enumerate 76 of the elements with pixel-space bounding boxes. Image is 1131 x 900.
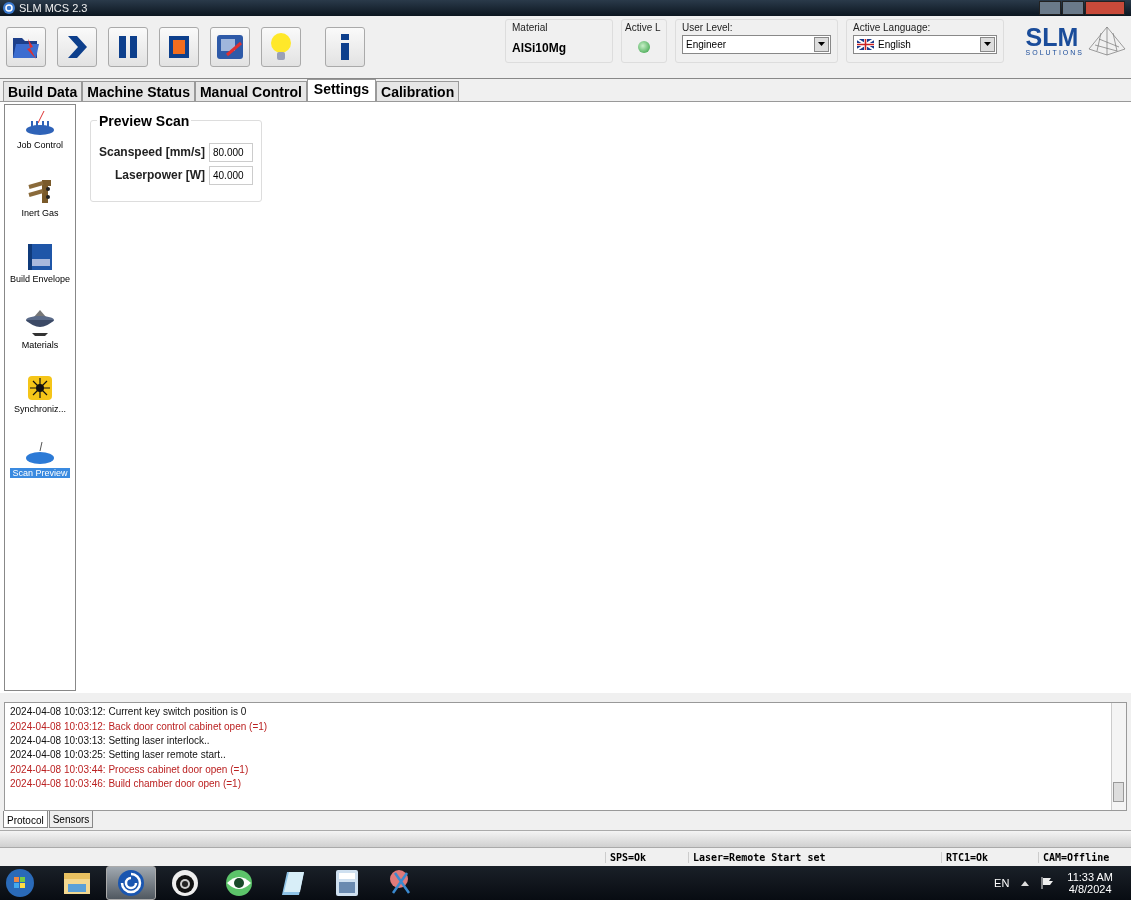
clock-date: 4/8/2024 [1068, 883, 1112, 895]
close-button[interactable] [1085, 1, 1125, 15]
calculator-icon [335, 869, 359, 897]
log-line: 2024-04-08 10:03:12: Current key switch position is 0 [10, 705, 248, 720]
machine-icon [24, 110, 56, 137]
powder-bowl-icon [24, 308, 56, 337]
language-dropdown[interactable]: English [853, 34, 997, 54]
log-line: 2024-04-08 10:03:46: Build chamber door open (=1) [10, 776, 242, 791]
clock-time: 11:33 AM [1067, 871, 1113, 883]
taskbar-app[interactable] [106, 866, 156, 900]
field-label: Scanspeed [mm/s] [98, 145, 205, 160]
toolbar-button[interactable] [210, 26, 250, 67]
flag-icon[interactable] [1041, 877, 1056, 889]
language-indicator[interactable]: EN [994, 877, 1010, 889]
tab[interactable]: Protocol [3, 811, 48, 829]
stop-icon [168, 34, 190, 59]
status-text: CAM=Offline [1038, 851, 1125, 863]
sidebar-item[interactable]: Build Envelope [7, 273, 72, 284]
input-field[interactable]: 80.000 [209, 142, 253, 162]
folder-icon [62, 870, 92, 896]
input-field[interactable]: 40.000 [209, 165, 253, 185]
start-orb-icon[interactable] [5, 868, 35, 898]
lightbulb-icon [270, 31, 292, 62]
minimize-button[interactable] [1039, 1, 1061, 15]
app-icon [3, 2, 15, 14]
caret-icon [818, 42, 825, 47]
swirl-icon [117, 869, 145, 897]
log-line: 2024-04-08 10:03:44: Process cabinet door open (=1) [10, 762, 250, 777]
book-icon [27, 242, 53, 271]
sidebar-item[interactable]: Scan Preview [10, 467, 70, 478]
tab[interactable]: Build Data [3, 80, 83, 101]
status-text: Laser=Remote Start set [688, 851, 941, 863]
field-label: Laserpower [W] [115, 168, 205, 183]
toolbar-button[interactable] [108, 26, 148, 67]
material-label: Material [512, 21, 549, 33]
toolbar-button[interactable] [325, 26, 365, 67]
log-line: 2024-04-08 10:03:25: Setting laser remote start.. [10, 748, 227, 763]
horizontal-scrollbar[interactable] [0, 830, 1131, 849]
camera-icon [171, 869, 199, 897]
maximize-button[interactable] [1062, 1, 1084, 15]
scrollbar-thumb[interactable] [1113, 782, 1124, 803]
user-level-dropdown[interactable]: Engineer [682, 34, 831, 54]
sidebar-item[interactable]: Job Control [15, 139, 65, 150]
log-line: 2024-04-08 10:03:12: Back door control cabinet open (=1) [10, 719, 269, 734]
pause-icon [118, 34, 138, 59]
chevron-up-icon[interactable] [1021, 880, 1030, 886]
logo-name: SLM [1025, 25, 1079, 50]
tab[interactable]: Machine Status [82, 80, 195, 101]
sidebar-item[interactable]: Synchroniz... [12, 403, 68, 414]
sidebar-item[interactable]: Inert Gas [19, 207, 61, 218]
log-line: 2024-04-08 10:03:13: Setting laser interlock.. [10, 734, 211, 748]
scan-disc-icon [24, 440, 56, 465]
mesh-logo-icon [1087, 24, 1127, 57]
info-icon [339, 32, 351, 61]
language-label: Active Language: [853, 21, 932, 33]
group-title: Preview Scan [97, 112, 192, 129]
notepad-icon [279, 869, 307, 897]
eye-icon [224, 869, 254, 897]
toolbar-button[interactable] [57, 26, 97, 67]
caret-icon [984, 42, 991, 47]
user-level-label: User Level: [682, 21, 734, 33]
laser-warning-icon [27, 374, 53, 401]
toolbar-button[interactable] [159, 26, 199, 67]
play-chevron-icon [66, 34, 88, 59]
sidebar-item[interactable]: Materials [19, 339, 61, 350]
screen-icon [215, 32, 245, 61]
tab[interactable]: Manual Control [194, 80, 307, 101]
status-text: RTC1=Ok [941, 851, 1038, 863]
tab[interactable]: Calibration [376, 80, 460, 101]
toolbar-button[interactable] [6, 26, 46, 67]
flag-icon [857, 38, 874, 50]
active-laser-label: Active L [625, 21, 662, 33]
status-text: SPS=Ok [605, 851, 688, 863]
tab[interactable]: Sensors [48, 811, 94, 829]
window-title: SLM MCS 2.3 [19, 2, 88, 14]
material-value: AlSi10Mg [512, 40, 567, 55]
